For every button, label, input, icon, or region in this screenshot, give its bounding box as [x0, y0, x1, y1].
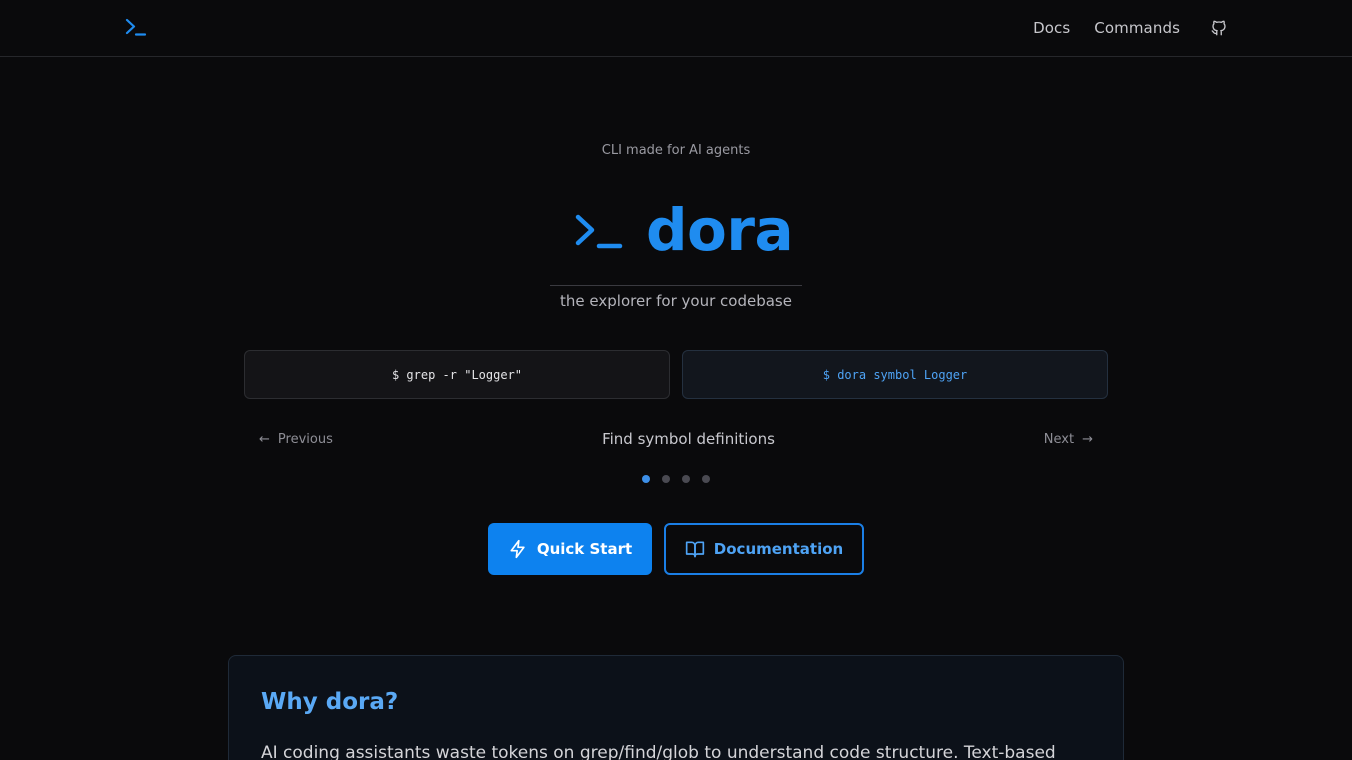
carousel-dot[interactable] [662, 475, 670, 483]
hero-title: dora [646, 196, 794, 264]
nav-link-commands[interactable]: Commands [1094, 19, 1180, 37]
carousel-title: Find symbol definitions [602, 430, 775, 448]
hero-logo: dora [572, 196, 802, 264]
book-open-icon [685, 539, 705, 559]
bolt-icon [508, 539, 528, 559]
carousel-dot[interactable] [682, 475, 690, 483]
documentation-label: Documentation [713, 540, 844, 558]
top-header: Docs Commands [0, 0, 1352, 57]
why-dora-title: Why dora? [261, 689, 399, 715]
hero-subtitle: the explorer for your codebase [560, 292, 792, 310]
dora-command-box[interactable]: $ dora symbol Logger [682, 350, 1108, 399]
carousel-dot[interactable] [642, 475, 650, 483]
landing-page: Docs Commands CLI made for AI agents dor… [0, 0, 1352, 760]
arrow-right-icon: → [1082, 432, 1093, 447]
dora-command-text: $ dora symbol Logger [822, 367, 968, 382]
main-nav: Docs Commands [1033, 0, 1228, 56]
carousel-dot[interactable] [702, 475, 710, 483]
carousel-dots [642, 475, 710, 483]
quick-start-label: Quick Start [536, 540, 633, 558]
github-icon[interactable] [1210, 19, 1228, 37]
hero-tagline: CLI made for AI agents [601, 143, 751, 158]
why-dora-text: AI coding assistants waste tokens on gre… [261, 743, 1056, 760]
why-dora-card: Why dora? AI coding assistants waste tok… [228, 655, 1124, 760]
carousel-next-label: Next [1043, 432, 1075, 447]
documentation-button[interactable]: Documentation [664, 523, 864, 575]
nav-link-docs[interactable]: Docs [1033, 19, 1070, 37]
grep-command-text: $ grep -r "Logger" [391, 367, 523, 382]
grep-command-box[interactable]: $ grep -r "Logger" [244, 350, 670, 399]
carousel-next-button[interactable]: Next → [1044, 432, 1093, 447]
terminal-prompt-icon [572, 205, 624, 255]
quick-start-button[interactable]: Quick Start [488, 523, 652, 575]
hero-divider [550, 285, 802, 286]
terminal-prompt-icon[interactable] [124, 15, 148, 41]
